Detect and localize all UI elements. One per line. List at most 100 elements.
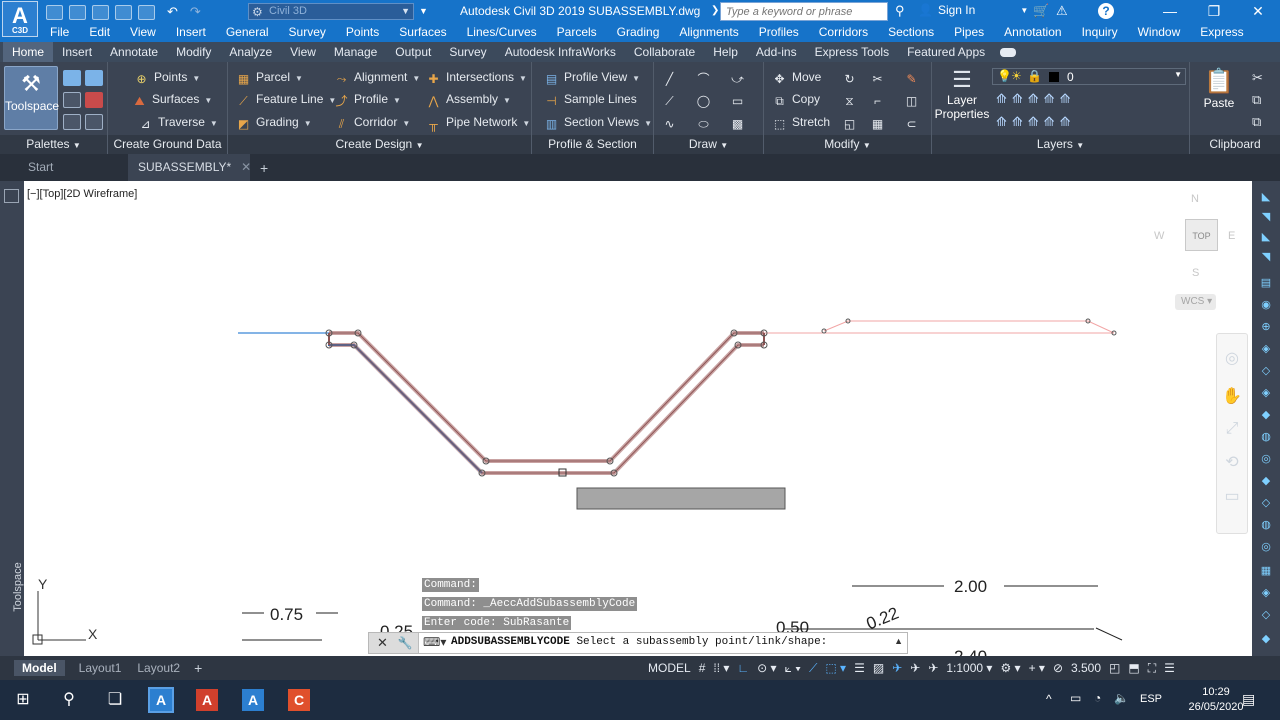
tab-collaborate[interactable]: Collaborate (625, 42, 704, 62)
menu-corridors[interactable]: Corridors (809, 23, 878, 42)
design-center-icon[interactable] (85, 114, 103, 130)
menu-window[interactable]: Window (1128, 23, 1191, 42)
command-icon[interactable]: ⌨▾ (423, 635, 446, 649)
snap-icon[interactable]: ⁞⁞ ▾ (709, 656, 733, 680)
tab-start[interactable]: Start (18, 154, 128, 181)
tab-manage[interactable]: Manage (325, 42, 386, 62)
menu-general[interactable]: General (216, 23, 279, 42)
profile-view-button[interactable]: ▤ Profile View ▼ (544, 67, 640, 87)
civil3d-2-taskbar-icon[interactable]: A (242, 689, 264, 711)
volume-icon[interactable]: 🔈 (1114, 691, 1129, 705)
tool-icon-2[interactable]: ◥ (1259, 211, 1273, 224)
tool-icon-3[interactable]: ◣ (1259, 231, 1273, 244)
help-icon[interactable]: ? (1098, 3, 1114, 19)
workspace-select[interactable]: ⚙ Civil 3D ▼ (248, 3, 414, 20)
menu-express[interactable]: Express (1190, 23, 1253, 42)
tool-icon-12[interactable]: ◍ (1259, 431, 1273, 444)
binoculars-icon[interactable]: ⚲ (895, 3, 905, 19)
ribbon-toggle-icon[interactable] (1000, 47, 1017, 57)
tool-icon-6[interactable]: ◉ (1259, 299, 1273, 312)
tool-icon-13[interactable]: ◎ (1259, 453, 1273, 466)
sign-in-button[interactable]: 👤 Sign In ▼ (918, 3, 1028, 17)
panel-title-design[interactable]: Create Design ▼ (228, 135, 531, 154)
isodraft-icon[interactable]: ⟀ ▾ (781, 656, 805, 680)
tool-icon-7[interactable]: ⊕ (1259, 321, 1273, 334)
tab-featured-apps[interactable]: Featured Apps (898, 42, 994, 62)
undo-icon[interactable]: ↶ (167, 4, 178, 20)
units-icon[interactable]: ⊘ (1049, 656, 1067, 680)
traverse-button[interactable]: ⊿ Traverse ▼ (138, 112, 217, 132)
menu-pipes[interactable]: Pipes (944, 23, 994, 42)
paste-button[interactable]: 📋 Paste (1196, 67, 1242, 110)
tool-icon-8[interactable]: ◈ (1259, 343, 1273, 356)
profile-button[interactable]: ⤴ Profile ▼ (334, 89, 400, 109)
surfaces-button[interactable]: ⛰ Surfaces ▼ (132, 89, 212, 109)
array-tool[interactable]: ▦ (870, 112, 890, 132)
transparency-icon[interactable]: ▨ (869, 656, 888, 680)
panel-title-layers[interactable]: Layers ▼ (932, 135, 1189, 154)
corridor-button[interactable]: ⫽ Corridor ▼ (334, 112, 410, 132)
scale-tool[interactable]: ◱ (842, 112, 862, 132)
wcs-dropdown[interactable]: WCS ▾ (1175, 294, 1216, 310)
menu-alignments[interactable]: Alignments (669, 23, 748, 42)
offset-tool[interactable]: ⊂ (904, 112, 924, 132)
tab-layout1[interactable]: Layout1 (71, 660, 130, 676)
close-button[interactable]: ✕ (1236, 0, 1280, 23)
explode-tool[interactable]: ◫ (904, 89, 924, 109)
menu-edit[interactable]: Edit (79, 23, 120, 42)
menu-sections[interactable]: Sections (878, 23, 944, 42)
viewcube-top-face[interactable]: TOP (1185, 219, 1218, 251)
panel-title-modify[interactable]: Modify ▼ (764, 135, 931, 154)
hardware-accel-icon[interactable]: ⬒ (1124, 656, 1143, 680)
civil3d-taskbar-icon[interactable]: A (148, 687, 174, 713)
panel-title-palettes[interactable]: Palettes ▼ (0, 135, 107, 154)
plot-icon[interactable] (138, 4, 155, 20)
drawing-canvas[interactable]: [−][Top][2D Wireframe] Y X 0.75 0.50 0.2… (24, 181, 1252, 656)
clean-screen-icon[interactable]: ⛶ (1144, 656, 1160, 680)
history-toggle-icon[interactable]: ▲ (894, 636, 903, 646)
tool-palettes-icon[interactable] (63, 114, 81, 130)
tab-output[interactable]: Output (386, 42, 440, 62)
isolate-icon[interactable]: ◰ (1105, 656, 1124, 680)
tab-view[interactable]: View (281, 42, 325, 62)
grid-icon[interactable]: # (695, 656, 710, 680)
add-layout-icon[interactable]: + (194, 660, 202, 676)
polar-icon[interactable]: ⊙ ▾ (753, 656, 780, 680)
menu-parcels[interactable]: Parcels (547, 23, 607, 42)
rotate-tool[interactable]: ↻ (842, 67, 862, 87)
tool-icon-4[interactable]: ◥ (1259, 251, 1273, 264)
tab-insert[interactable]: Insert (53, 42, 101, 62)
close-icon[interactable]: ✕ (241, 160, 251, 174)
ellipse-tool[interactable]: ⬭ (696, 112, 716, 132)
tray-overflow-icon[interactable]: ^ (1046, 692, 1052, 706)
tab-model[interactable]: Model (14, 660, 65, 676)
tool-icon-21[interactable]: ◆ (1259, 633, 1273, 646)
tab-subassembly[interactable]: SUBASSEMBLY* ✕ (128, 154, 251, 181)
auto-scale-icon[interactable]: ✈ (906, 656, 924, 680)
toolbox-icon[interactable] (85, 92, 103, 108)
grading-button[interactable]: ◩ Grading ▼ (236, 112, 312, 132)
save-as-icon[interactable] (115, 4, 132, 20)
tool-icon-9[interactable]: ◇ (1259, 365, 1273, 378)
tab-annotate[interactable]: Annotate (101, 42, 167, 62)
new-icon[interactable] (46, 4, 63, 20)
menu-view[interactable]: View (120, 23, 166, 42)
line-tool[interactable]: ╱ (662, 67, 682, 87)
viewcube-west[interactable]: W (1154, 230, 1164, 242)
new-tab-icon[interactable]: + (260, 160, 268, 176)
prospector-icon[interactable] (63, 70, 81, 86)
battery-icon[interactable]: ▭ (1070, 691, 1081, 705)
menu-points[interactable]: Points (336, 23, 389, 42)
tab-analyze[interactable]: Analyze (220, 42, 281, 62)
close-icon[interactable]: ✕ (377, 635, 388, 651)
viewcube-south[interactable]: S (1192, 267, 1199, 279)
trim-tool[interactable]: ✂ (870, 67, 890, 87)
pline-tool[interactable]: ⟋ (662, 89, 682, 109)
exchange-icon[interactable]: ⚠ (1056, 3, 1068, 19)
menu-file[interactable]: File (40, 23, 79, 42)
assembly-button[interactable]: ⋀ Assembly ▼ (426, 89, 511, 109)
windows-start-icon[interactable]: ⊞ (0, 680, 46, 720)
zoom-extents-icon[interactable]: ⤢ (1217, 420, 1247, 438)
pan-icon[interactable]: ✋ (1217, 386, 1247, 406)
move-button[interactable]: ✥ Move (772, 67, 821, 87)
